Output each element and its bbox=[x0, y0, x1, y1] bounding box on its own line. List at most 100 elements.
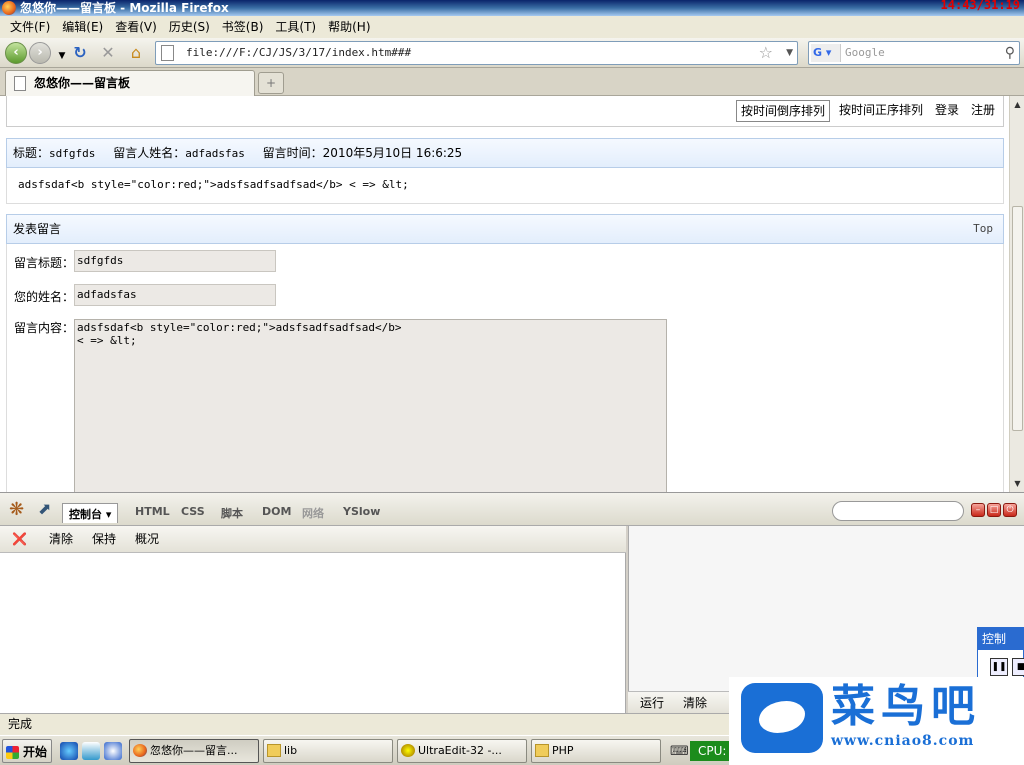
firebug-tab-html[interactable]: HTML bbox=[135, 505, 170, 518]
home-icon[interactable]: ⌂ bbox=[126, 43, 146, 63]
name-field[interactable]: adfadsfas bbox=[74, 284, 276, 306]
task-lib-folder[interactable]: lib bbox=[263, 739, 393, 763]
sort-asc-link[interactable]: 按时间正序排列 bbox=[839, 100, 923, 120]
post-form-heading: 发表留言 bbox=[13, 222, 62, 236]
page-content: 按时间倒序排列 按时间正序排列 登录 注册 标题：sdfgfds 留言人姓名：a… bbox=[0, 96, 1009, 492]
menu-bar: 文件(F) 编辑(E) 查看(V) 历史(S) 书签(B) 工具(T) 帮助(H… bbox=[0, 16, 1024, 38]
google-icon[interactable]: G ▾ bbox=[811, 44, 841, 62]
menu-view[interactable]: 查看(V) bbox=[109, 16, 163, 38]
sort-desc-link[interactable]: 按时间倒序排列 bbox=[736, 100, 831, 122]
page-icon bbox=[161, 45, 174, 61]
menu-edit[interactable]: 编辑(E) bbox=[56, 16, 109, 38]
new-tab-button[interactable]: + bbox=[258, 72, 284, 94]
tab-strip: 忽悠你——留言板 + bbox=[0, 68, 1024, 96]
scroll-up-icon[interactable]: ▲ bbox=[1011, 97, 1024, 112]
console-profile-button[interactable]: 概况 bbox=[135, 530, 159, 548]
message-author-label: 留言人姓名： bbox=[113, 146, 186, 160]
name-field-label: 您的姓名： bbox=[14, 290, 75, 304]
firebug-toolbar: ❋ ⬈ 控制台 ▾ HTML CSS 脚本 DOM 网络 YSlow – □ ⏻ bbox=[0, 492, 1024, 526]
message-time: 2010年5月10日 16:6:25 bbox=[322, 146, 463, 160]
stop-record-icon[interactable]: ■ bbox=[1012, 658, 1024, 676]
reload-icon[interactable]: ↻ bbox=[70, 43, 90, 63]
tab-guestbook[interactable]: 忽悠你——留言板 bbox=[5, 70, 255, 96]
title-field-label: 留言标题： bbox=[14, 256, 75, 270]
post-form-header: 发表留言 Top bbox=[6, 214, 1004, 244]
console-toolbar: ❌ 清除 保持 概况 bbox=[0, 526, 626, 553]
console-output bbox=[0, 553, 626, 713]
firebug-tab-yslow[interactable]: YSlow bbox=[343, 505, 380, 518]
back-button[interactable]: ‹ bbox=[5, 42, 27, 64]
firebug-tab-net[interactable]: 网络 bbox=[302, 505, 324, 521]
page-scrollbar[interactable]: ▲ ▼ bbox=[1009, 96, 1024, 492]
menu-file[interactable]: 文件(F) bbox=[4, 16, 56, 38]
keyboard-icon[interactable]: ⌨ bbox=[670, 744, 689, 759]
content-textarea[interactable]: adsfsdaf<b style="color:red;">adsfsadfsa… bbox=[74, 319, 667, 492]
firebug-icon[interactable]: ❋ bbox=[9, 499, 24, 520]
ie-icon[interactable] bbox=[60, 742, 78, 760]
search-icon[interactable]: ⚲ bbox=[1005, 42, 1015, 64]
message-title-label: 标题： bbox=[13, 146, 50, 160]
menu-help[interactable]: 帮助(H) bbox=[322, 16, 376, 38]
menu-history[interactable]: 历史(S) bbox=[163, 16, 216, 38]
message-title: sdfgfds bbox=[49, 147, 96, 160]
browser-quicklaunch-icon[interactable] bbox=[104, 742, 122, 760]
command-editor[interactable] bbox=[628, 526, 1024, 691]
forward-button[interactable]: › bbox=[29, 42, 51, 64]
ultraedit-icon bbox=[401, 744, 415, 757]
console-clear-button[interactable]: 清除 bbox=[49, 530, 73, 548]
firebug-detach-icon[interactable]: □ bbox=[987, 503, 1001, 517]
firefox-task-icon bbox=[133, 744, 147, 757]
firebug-tab-console[interactable]: 控制台 ▾ bbox=[62, 503, 119, 523]
error-filter-icon[interactable]: ❌ bbox=[12, 530, 27, 548]
bird-logo-icon bbox=[741, 683, 823, 753]
watermark-text: 菜鸟吧 bbox=[831, 681, 981, 732]
firebug-tab-dom[interactable]: DOM bbox=[262, 505, 291, 518]
scroll-thumb[interactable] bbox=[1012, 206, 1023, 431]
watermark-url: www.cniao8.com bbox=[831, 733, 975, 749]
content-field-label: 留言内容： bbox=[14, 321, 75, 335]
message-header: 标题：sdfgfds 留言人姓名：adfadsfas 留言时间：2010年5月1… bbox=[6, 138, 1004, 168]
top-link[interactable]: Top bbox=[973, 215, 993, 243]
title-field[interactable]: sdfgfds bbox=[74, 250, 276, 272]
scroll-down-icon[interactable]: ▼ bbox=[1011, 476, 1024, 491]
editor-clear-button[interactable]: 清除 bbox=[683, 694, 707, 712]
start-button[interactable]: 开始 bbox=[2, 739, 52, 763]
firebug-minimize-icon[interactable]: – bbox=[971, 503, 985, 517]
url-bar[interactable]: file:///F:/CJ/JS/3/17/index.htm### ☆ ▼ bbox=[155, 41, 798, 65]
sort-nav: 按时间倒序排列 按时间正序排列 登录 注册 bbox=[6, 96, 1004, 127]
desktop-icon[interactable] bbox=[82, 742, 100, 760]
navigation-toolbar: ‹ › ▼ ↻ ✕ ⌂ file:///F:/CJ/JS/3/17/index.… bbox=[0, 38, 1024, 68]
firefox-icon bbox=[2, 1, 16, 15]
window-title-bar[interactable]: 忽悠你——留言板 - Mozilla Firefox bbox=[0, 0, 1024, 16]
bookmark-star-icon[interactable]: ☆ bbox=[759, 42, 773, 64]
inspect-icon[interactable]: ⬈ bbox=[38, 499, 51, 518]
url-dropdown-icon[interactable]: ▼ bbox=[786, 42, 793, 64]
window-title: 忽悠你——留言板 - Mozilla Firefox bbox=[20, 1, 229, 15]
register-link[interactable]: 注册 bbox=[971, 100, 995, 120]
message-author: adfadsfas bbox=[185, 147, 245, 160]
stop-icon[interactable]: ✕ bbox=[98, 43, 118, 63]
firebug-search-input[interactable] bbox=[832, 501, 964, 521]
post-form: 留言标题： sdfgfds 您的姓名： adfadsfas 留言内容： adsf… bbox=[6, 244, 1004, 492]
menu-bookmarks[interactable]: 书签(B) bbox=[216, 16, 270, 38]
tab-page-icon bbox=[14, 76, 26, 91]
task-php-folder[interactable]: PHP bbox=[531, 739, 661, 763]
status-text: 完成 bbox=[8, 717, 33, 731]
firebug-close-icon[interactable]: ⏻ bbox=[1003, 503, 1017, 517]
firebug-tab-script[interactable]: 脚本 bbox=[221, 505, 243, 521]
folder-icon bbox=[535, 744, 549, 757]
pause-icon[interactable]: ❚❚ bbox=[990, 658, 1008, 676]
bird-shape bbox=[759, 701, 805, 733]
task-firefox[interactable]: 忽悠你——留言... bbox=[129, 739, 259, 763]
menu-tools[interactable]: 工具(T) bbox=[269, 16, 322, 38]
run-button[interactable]: 运行 bbox=[640, 694, 664, 712]
task-ultraedit[interactable]: UltraEdit-32 -... bbox=[397, 739, 527, 763]
console-persist-button[interactable]: 保持 bbox=[92, 530, 116, 548]
folder-icon bbox=[267, 744, 281, 757]
recording-clock: 14:43/31:19 bbox=[940, 0, 1020, 12]
message-body: adsfsdaf<b style="color:red;">adsfsadfsa… bbox=[6, 168, 1004, 204]
history-dropdown-icon[interactable]: ▼ bbox=[52, 46, 72, 66]
search-box[interactable]: G ▾ Google ⚲ bbox=[808, 41, 1020, 65]
firebug-tab-css[interactable]: CSS bbox=[181, 505, 205, 518]
login-link[interactable]: 登录 bbox=[935, 100, 959, 120]
